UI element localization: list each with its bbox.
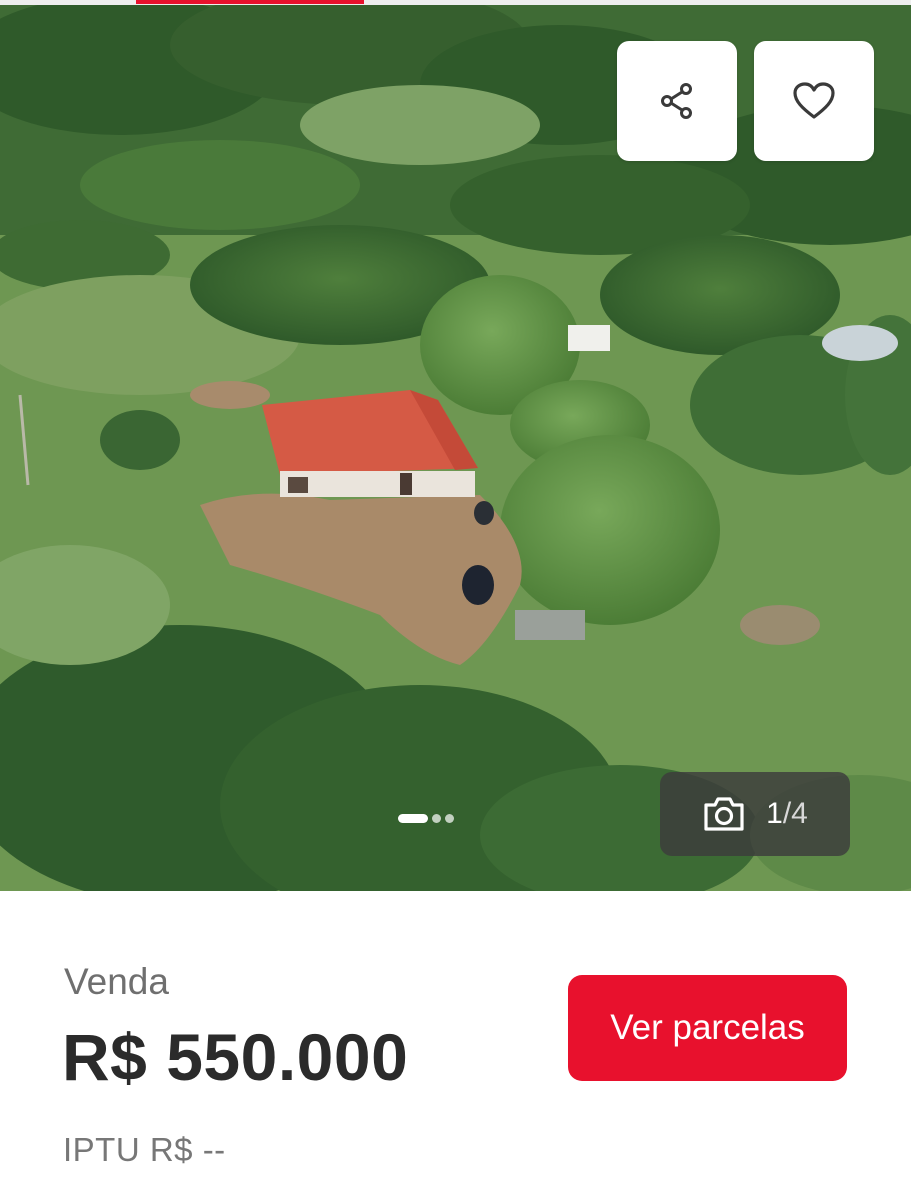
photo-counter[interactable]: 1/4 xyxy=(660,772,850,856)
share-button[interactable] xyxy=(617,41,737,161)
photo-counter-text: 1/4 xyxy=(766,797,808,831)
top-progress-bar xyxy=(0,0,911,5)
heart-icon xyxy=(793,82,835,119)
listing-info: Venda R$ 550.000 IPTU R$ -- Ver parcelas xyxy=(0,891,911,1200)
carousel-dot-active[interactable] xyxy=(398,813,428,823)
carousel-dot[interactable] xyxy=(445,813,454,823)
iptu-value: IPTU R$ -- xyxy=(63,1131,226,1168)
favorite-button[interactable] xyxy=(754,41,874,161)
installments-button[interactable]: Ver parcelas xyxy=(568,975,847,1081)
camera-icon xyxy=(704,797,744,831)
photo-counter-current: 1 xyxy=(766,797,783,830)
deal-type: Venda xyxy=(64,961,169,1002)
photo-counter-total: /4 xyxy=(782,797,808,830)
carousel-dot[interactable] xyxy=(432,813,441,823)
photo-gallery[interactable]: 1/4 xyxy=(0,5,911,891)
listing-price: R$ 550.000 xyxy=(62,1020,409,1094)
carousel-dots xyxy=(398,813,454,823)
progress-fill xyxy=(136,0,364,4)
share-icon xyxy=(661,83,692,119)
